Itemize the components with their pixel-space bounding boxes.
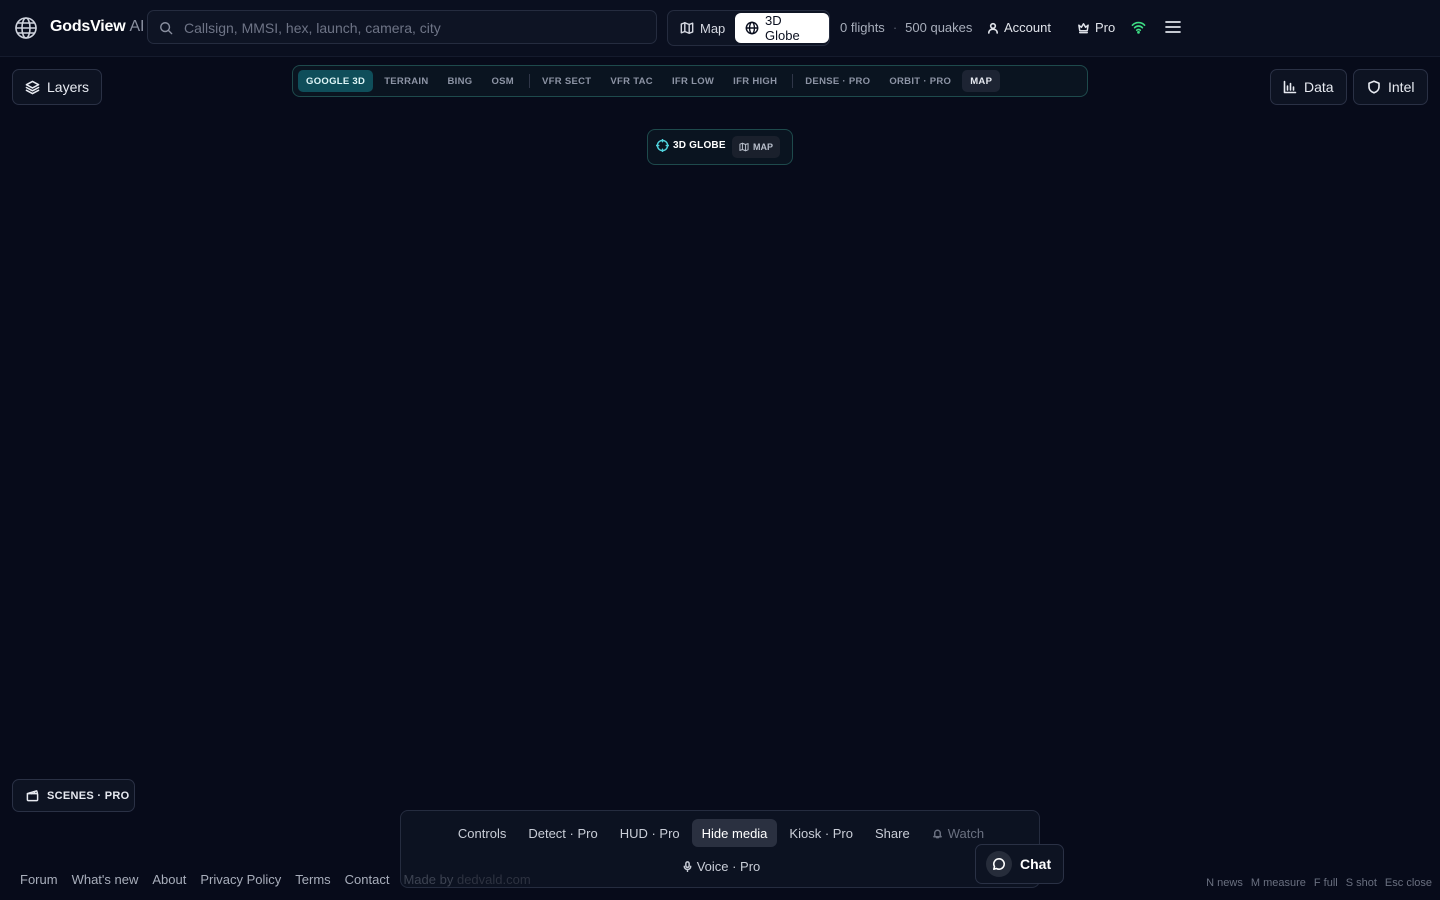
pro-label: Pro [1095,20,1116,35]
globe-mode-label: 3D GLOBE [673,140,726,151]
globe-mode-button[interactable]: 3D GLOBE [656,139,726,152]
basemap-vfr-tac[interactable]: VFR TAC [602,70,661,92]
bell-icon [932,828,943,839]
basemap-terrain[interactable]: TERRAIN [376,70,436,92]
shield-icon [1367,80,1381,94]
bottom-toolbar: Controls Detect · Pro HUD · Pro Hide med… [401,819,1041,847]
footer-link-terms[interactable]: Terms [287,872,336,887]
controls-button[interactable]: Controls [448,819,516,847]
basemap-ifr-high[interactable]: IFR HIGH [725,70,785,92]
chat-bubble-icon [986,851,1012,877]
app-brand[interactable]: GodsView AI [50,18,144,36]
basemap-osm[interactable]: OSM [483,70,522,92]
basemap-map[interactable]: MAP [962,70,1001,92]
made-by-site: dedvald.com [456,871,531,887]
footer-link-about[interactable]: About [144,872,192,887]
search-input[interactable] [182,11,646,45]
basemap-dense-pro[interactable]: DENSE · PRO [797,70,878,92]
flights-count: 0 flights [840,20,885,35]
shortcut-news: N news [1206,877,1243,889]
intel-button[interactable]: Intel [1353,69,1428,105]
keyboard-shortcuts: N news M measure F full S shot Esc close [1206,877,1432,889]
view-globe-button[interactable]: 3D Globe [735,13,829,43]
view-map-label: Map [700,20,726,36]
scenes-button[interactable]: SCENES · PRO [12,779,135,812]
footer-link-forum[interactable]: Forum [12,872,64,887]
layers-label: Layers [47,79,90,95]
basemap-selector: GOOGLE 3D TERRAIN BING OSM VFR SECT VFR … [292,65,1088,97]
shortcut-shot: S shot [1345,877,1377,889]
account-label: Account [1004,20,1051,35]
clapperboard-icon [26,789,39,802]
footer-link-privacy[interactable]: Privacy Policy [192,872,287,887]
quakes-count: 500 quakes [905,20,973,35]
view-globe-label: 3D Globe [765,13,800,43]
search-icon [159,21,173,35]
layers-icon [25,80,40,95]
footer-link-whats-new[interactable]: What's new [64,872,145,887]
basemap-bing[interactable]: BING [440,70,481,92]
crosshair-globe-icon [656,139,669,152]
stats-readout: 0 flights · 500 quakes [840,20,972,35]
data-button[interactable]: Data [1270,69,1347,105]
map-mode-label: MAP [753,142,773,152]
footer-link-contact[interactable]: Contact [337,872,396,887]
stats-separator: · [892,20,898,35]
data-label: Data [1304,79,1334,95]
basemap-divider [529,74,531,88]
shortcut-full: F full [1313,877,1338,889]
search-box [147,10,657,45]
bar-chart-icon [1283,80,1297,94]
made-by-credit[interactable]: Made by dedvald.com [395,872,530,887]
shortcut-close: Esc close [1384,877,1432,889]
basemap-divider [792,74,794,88]
view-toggle: Map 3D Globe [667,10,830,46]
basemap-vfr-sect[interactable]: VFR SECT [534,70,599,92]
microphone-icon [682,860,693,872]
globe-icon [745,21,759,35]
map-mode-button[interactable]: MAP [732,136,780,158]
basemap-ifr-low[interactable]: IFR LOW [664,70,722,92]
basemap-google-3d[interactable]: GOOGLE 3D [298,70,374,92]
hide-media-button[interactable]: Hide media [691,819,778,847]
wifi-status-icon [1131,21,1146,34]
account-button[interactable]: Account [987,20,1051,35]
layers-button[interactable]: Layers [12,69,102,105]
view-map-button[interactable]: Map [672,14,733,42]
brand-name: GodsView [50,18,126,35]
share-button[interactable]: Share [865,819,920,847]
scenes-label: SCENES · PRO [47,789,130,802]
made-by-label: Made by [403,871,454,887]
user-icon [987,22,999,34]
brand-suffix: AI [129,18,145,35]
map-icon [739,142,749,152]
voice-label: Voice · Pro [696,858,761,874]
globe-map-switch: 3D GLOBE MAP [647,129,793,165]
detect-pro-button[interactable]: Detect · Pro [518,819,607,847]
top-bar: GodsViewAI Map 3D Globe 0 flights · 500 … [0,0,1440,57]
hud-pro-button[interactable]: HUD · Pro [610,819,690,847]
pro-button[interactable]: Pro [1077,20,1115,35]
map-icon [680,21,694,35]
watch-button[interactable]: Watch [922,819,994,847]
kiosk-pro-button[interactable]: Kiosk · Pro [779,819,863,847]
intel-label: Intel [1388,79,1415,95]
shortcut-measure: M measure [1250,877,1306,889]
watch-label: Watch [947,825,985,841]
globe-logo-icon[interactable] [14,16,38,40]
basemap-orbit-pro[interactable]: ORBIT · PRO [881,70,959,92]
chat-label: Chat [1020,856,1052,872]
crown-icon [1077,21,1090,34]
footer-links: Forum What's new About Privacy Policy Te… [12,868,531,890]
hamburger-menu-icon[interactable] [1165,20,1181,34]
chat-button[interactable]: Chat [975,844,1064,884]
